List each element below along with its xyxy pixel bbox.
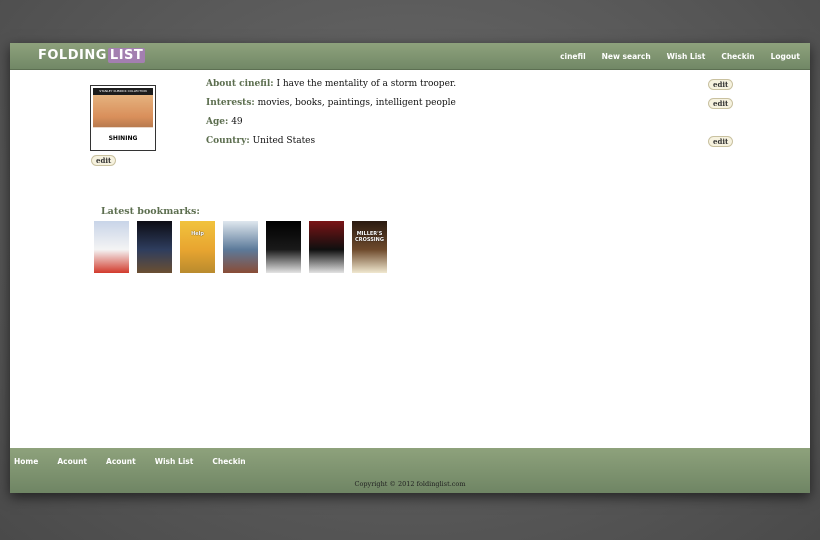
nav-wish-list-link[interactable]: Wish List [667, 52, 706, 61]
about-label: About cinefil: [206, 79, 274, 89]
age-label: Age: [206, 117, 229, 127]
poster-6[interactable] [309, 221, 344, 273]
footer: Home Acount Acount Wish List Checkin Cop… [10, 448, 810, 493]
site-logo[interactable]: FOLDING LIST [38, 48, 146, 64]
copyright-text: Copyright © 2012 foldinglist.com [354, 480, 466, 488]
edit-picture-button[interactable]: edit [91, 155, 117, 166]
profile-picture: STANLEY KUBRICK COLLECTION SHINING [90, 85, 156, 151]
bookmarks-list: Help MILLER'S CROSSING [94, 221, 387, 273]
country-field: Country: United States [206, 136, 315, 146]
top-navbar: FOLDING LIST cinefil New search Wish List… [10, 43, 810, 70]
logo-word-folding: FOLDING [38, 48, 107, 63]
edit-country-button[interactable]: edit [708, 136, 734, 147]
poster-millers-crossing[interactable]: MILLER'S CROSSING [352, 221, 387, 273]
age-value: 49 [231, 117, 243, 127]
country-label: Country: [206, 136, 250, 146]
interests-field: Interests: movies, books, paintings, int… [206, 98, 456, 108]
poster-title: MILLER'S CROSSING [355, 231, 384, 243]
nav-logout-link[interactable]: Logout [771, 52, 800, 61]
footer-wish-list-link[interactable]: Wish List [155, 457, 194, 466]
poster-1[interactable] [94, 221, 129, 273]
top-nav-links: cinefil New search Wish List Checkin Log… [560, 43, 800, 69]
interests-label: Interests: [206, 98, 255, 108]
about-value: I have the mentality of a storm trooper. [276, 79, 457, 89]
poster-godfather[interactable] [266, 221, 301, 273]
poster-2[interactable] [137, 221, 172, 273]
logo-word-list: LIST [107, 48, 146, 63]
poster-title: Help [191, 231, 204, 237]
poster-4[interactable] [223, 221, 258, 273]
footer-home-link[interactable]: Home [14, 457, 38, 466]
nav-checkin-link[interactable]: Checkin [721, 52, 754, 61]
footer-nav: Home Acount Acount Wish List Checkin [14, 457, 246, 466]
latest-bookmarks-heading: Latest bookmarks: [101, 206, 200, 217]
nav-new-search-link[interactable]: New search [602, 52, 651, 61]
poster-title-text: SHINING [108, 135, 138, 142]
edit-about-button[interactable]: edit [708, 79, 734, 90]
age-field: Age: 49 [206, 117, 243, 127]
footer-checkin-link[interactable]: Checkin [212, 457, 245, 466]
app-window: FOLDING LIST cinefil New search Wish List… [10, 43, 810, 493]
edit-interests-button[interactable]: edit [708, 98, 734, 109]
poster-header-text: STANLEY KUBRICK COLLECTION [99, 89, 147, 93]
interests-value: movies, books, paintings, intelligent pe… [257, 98, 456, 108]
nav-user-link[interactable]: cinefil [560, 52, 586, 61]
poster-helps[interactable]: Help [180, 221, 215, 273]
shining-poster-image: STANLEY KUBRICK COLLECTION SHINING [93, 88, 153, 148]
about-field: About cinefil: I have the mentality of a… [206, 79, 456, 89]
footer-account-link[interactable]: Acount [57, 457, 87, 466]
footer-account-link-2[interactable]: Acount [106, 457, 136, 466]
country-value: United States [252, 136, 316, 146]
